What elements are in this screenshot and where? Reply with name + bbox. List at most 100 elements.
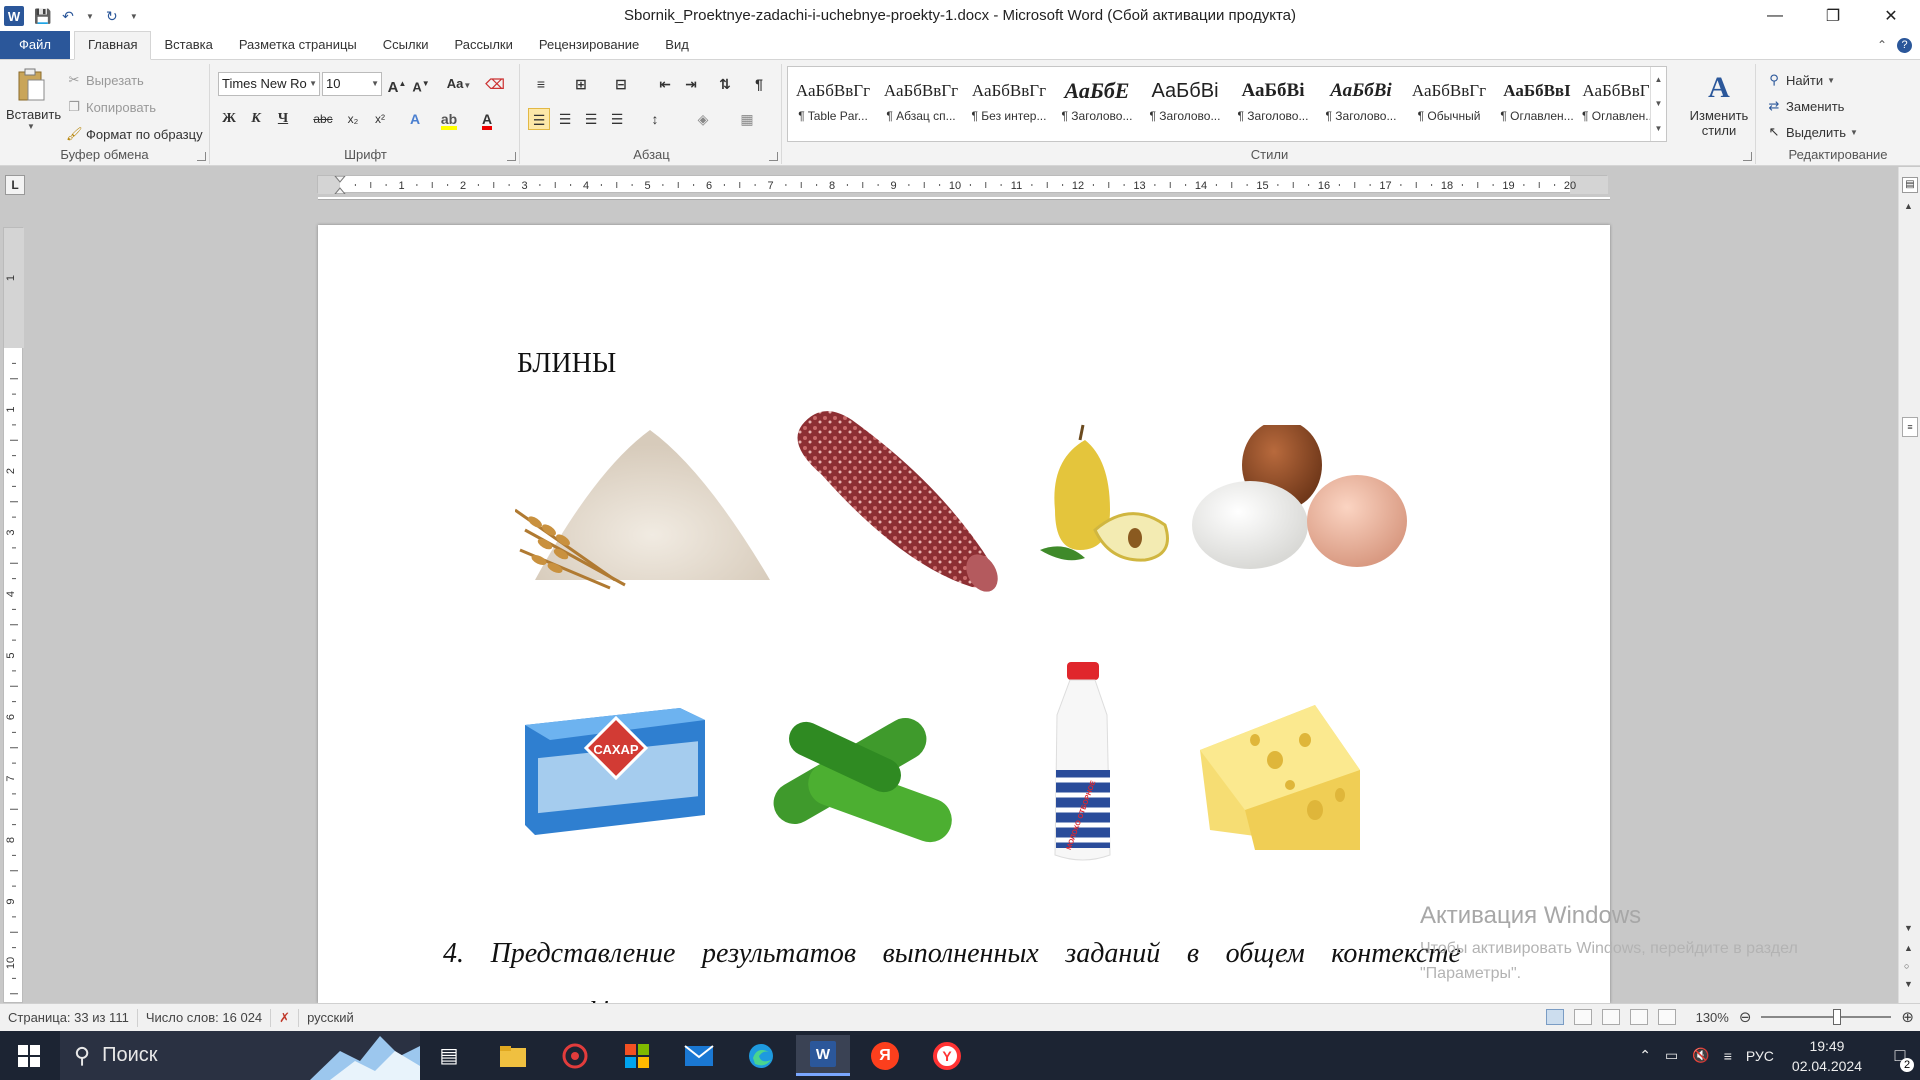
style-normal[interactable]: АаБбВвГг ¶ Обычный: [1406, 69, 1492, 139]
save-icon[interactable]: 💾: [34, 8, 51, 24]
flour-wheat-image[interactable]: [515, 410, 775, 590]
taskbar-task-view[interactable]: ▤: [422, 1035, 476, 1076]
styles-launcher-icon[interactable]: [1743, 152, 1752, 161]
outline-view-button[interactable]: [1629, 1009, 1648, 1025]
format-painter-button[interactable]: 🖌 Формат по образцу: [66, 126, 203, 142]
taskbar-mail[interactable]: [672, 1035, 726, 1076]
taskbar-search-box[interactable]: ⚲ Поиск: [60, 1031, 420, 1080]
find-button[interactable]: ⚲ Найти ▼: [1766, 72, 1835, 88]
document-paragraph[interactable]: 4. Представление результатов выполненных…: [443, 938, 1461, 970]
shading-button[interactable]: ◈: [692, 108, 714, 130]
undo-dropdown-icon[interactable]: ▼: [86, 12, 94, 21]
taskbar-yandex[interactable]: Я: [858, 1035, 912, 1076]
style-no-spacing[interactable]: АаБбВвГг ¶ Без интер...: [966, 69, 1052, 139]
multilevel-list-button[interactable]: ⊟: [610, 73, 632, 95]
copy-button[interactable]: ❐ Копировать: [66, 99, 156, 115]
tab-file[interactable]: Файл: [0, 31, 70, 59]
minimize-button[interactable]: —: [1746, 0, 1804, 32]
style-table-paragraph[interactable]: АаБбВвГг ¶ Table Par...: [790, 69, 876, 139]
justify-button[interactable]: ☰: [606, 108, 628, 130]
sugar-box-image[interactable]: САХАР: [520, 700, 710, 840]
vertical-scrollbar[interactable]: ▤ ▲ ≡ ▼ ▲ ○ ▼: [1898, 167, 1920, 1003]
paste-dropdown-icon[interactable]: ▼: [6, 122, 56, 131]
pears-image[interactable]: [1035, 420, 1185, 570]
draft-view-button[interactable]: [1657, 1009, 1676, 1025]
zoom-slider[interactable]: [1761, 1009, 1892, 1025]
tab-review[interactable]: Рецензирование: [526, 32, 652, 59]
customize-qat-icon[interactable]: ▼: [130, 12, 138, 21]
styles-gallery-scroll[interactable]: ▲ ▼ ▼: [1650, 67, 1666, 141]
document-heading[interactable]: БЛИНЫ: [517, 348, 616, 380]
input-language[interactable]: РУС: [1746, 1048, 1774, 1064]
horizontal-ruler[interactable]: 1 2 3 4 5 6 7 8 9 10 11 12 13 14 15 16 17 18 19 20: [317, 175, 1608, 195]
line-spacing-button[interactable]: ↕: [644, 108, 666, 130]
increase-indent-button[interactable]: ⇥: [680, 73, 702, 95]
decrease-indent-button[interactable]: ⇤: [654, 73, 676, 95]
clipboard-launcher-icon[interactable]: [197, 152, 206, 161]
cheese-image[interactable]: [1195, 700, 1365, 860]
redo-icon[interactable]: ↻: [104, 8, 120, 24]
minimize-ribbon-icon[interactable]: ⌃: [1877, 38, 1887, 53]
replace-button[interactable]: ⇄ Заменить: [1766, 98, 1845, 114]
bold-button[interactable]: Ж: [218, 108, 240, 130]
style-toc-1[interactable]: АаБбВвІ ¶ Оглавлен...: [1494, 69, 1580, 139]
show-marks-button[interactable]: ¶: [748, 73, 770, 95]
select-button[interactable]: ↖ Выделить ▼: [1766, 124, 1858, 140]
web-layout-view-button[interactable]: [1601, 1009, 1620, 1025]
milk-bottle-image[interactable]: МОЛОКО ОТБОРНОЕ: [1045, 660, 1120, 865]
style-heading-3[interactable]: АаБбВі ¶ Заголово...: [1230, 69, 1316, 139]
borders-button[interactable]: ▦: [736, 108, 758, 130]
document-page[interactable]: [318, 225, 1610, 1003]
taskbar-clock[interactable]: 19:49 02.04.2024: [1792, 1036, 1862, 1076]
cucumbers-image[interactable]: [745, 710, 955, 860]
sort-button[interactable]: ⇅: [714, 73, 736, 95]
style-toc-2[interactable]: АаБбВвГ ¶ Оглавлен...: [1582, 69, 1650, 139]
more-styles-icon[interactable]: ▼: [1655, 124, 1663, 133]
text-effects-button[interactable]: A: [404, 108, 426, 130]
align-center-button[interactable]: ☰: [554, 108, 576, 130]
chevron-up-icon[interactable]: ▲: [1655, 75, 1663, 84]
tab-references[interactable]: Ссылки: [370, 32, 442, 59]
clear-formatting-button[interactable]: ⌫: [484, 73, 506, 95]
taskbar-yandex-browser[interactable]: Y: [920, 1035, 974, 1076]
zoom-in-icon[interactable]: ⊕: [1901, 1008, 1914, 1026]
taskbar-app-dashboard[interactable]: [548, 1035, 602, 1076]
italic-button[interactable]: К: [245, 108, 267, 130]
wifi-icon[interactable]: ≡: [1724, 1048, 1732, 1064]
change-case-button[interactable]: Aa▼: [444, 73, 474, 95]
taskbar-word[interactable]: W: [796, 1035, 850, 1076]
full-screen-reading-view-button[interactable]: [1573, 1009, 1592, 1025]
salami-image[interactable]: [782, 395, 1012, 595]
subscript-button[interactable]: x₂: [342, 108, 364, 130]
print-layout-view-button[interactable]: [1545, 1009, 1564, 1025]
tab-insert[interactable]: Вставка: [151, 32, 225, 59]
browse-object-icon[interactable]: ○: [1904, 961, 1909, 971]
vertical-ruler[interactable]: 1 1 2 3 4 5 6 7 8 9 10: [3, 227, 24, 1003]
strikethrough-button[interactable]: abc: [308, 108, 338, 130]
chevron-up-icon[interactable]: ⌃: [1639, 1047, 1651, 1064]
font-size-select[interactable]: 10 ▼: [322, 72, 382, 96]
page-count-status[interactable]: Страница: 33 из 111: [0, 1008, 138, 1027]
scroll-down-icon[interactable]: ▼: [1904, 923, 1913, 933]
help-icon[interactable]: ?: [1897, 38, 1912, 53]
tab-home[interactable]: Главная: [74, 31, 152, 60]
font-color-button[interactable]: A: [476, 108, 498, 130]
tab-page-layout[interactable]: Разметка страницы: [226, 32, 370, 59]
restore-button[interactable]: ❐: [1804, 0, 1862, 32]
scroll-thumb[interactable]: ≡: [1902, 417, 1918, 437]
tab-selector[interactable]: L: [5, 175, 25, 195]
battery-icon[interactable]: ▭: [1665, 1047, 1678, 1064]
style-list-paragraph[interactable]: АаБбВвГг ¶ Абзац сп...: [878, 69, 964, 139]
close-button[interactable]: ✕: [1862, 0, 1920, 32]
taskbar-edge[interactable]: [734, 1035, 788, 1076]
underline-button[interactable]: Ч: [272, 108, 294, 130]
taskbar-microsoft-store[interactable]: [610, 1035, 664, 1076]
numbering-button[interactable]: ⊞: [570, 73, 592, 95]
font-name-select[interactable]: Times New Ro ▼: [218, 72, 320, 96]
change-styles-button[interactable]: A Изменить стили: [1686, 68, 1752, 138]
align-right-button[interactable]: ☰: [580, 108, 602, 130]
eggs-image[interactable]: [1192, 425, 1412, 575]
previous-page-icon[interactable]: ▲: [1904, 943, 1913, 953]
shrink-font-button[interactable]: A▼: [410, 73, 432, 95]
zoom-slider-knob[interactable]: [1833, 1009, 1842, 1025]
